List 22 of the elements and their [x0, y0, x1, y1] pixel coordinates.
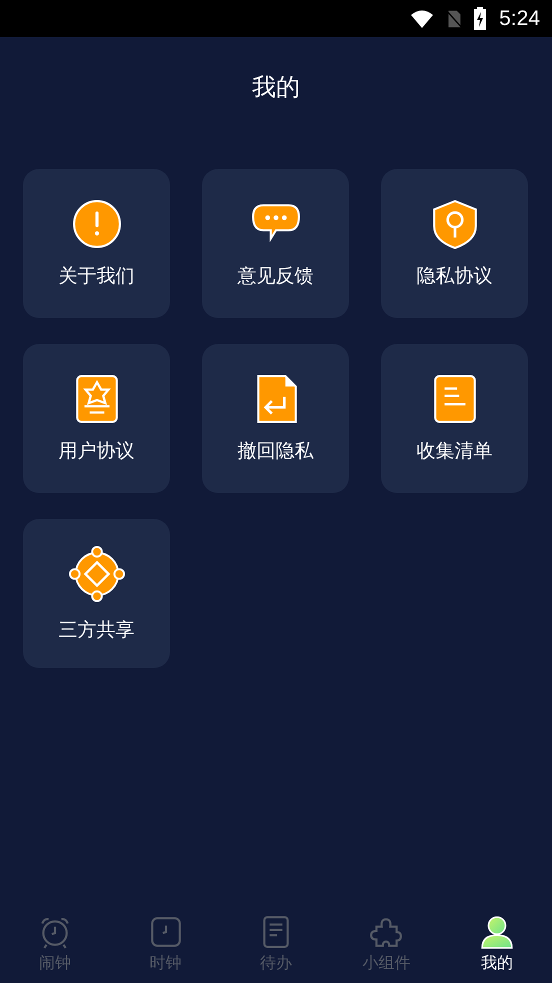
nav-tab[interactable]: 我的	[442, 905, 552, 983]
menu-label: 用户协议	[58, 438, 134, 464]
menu-label: 隐私协议	[416, 264, 492, 288]
menu-card[interactable]: 用户协议	[23, 344, 170, 493]
menu-card[interactable]: 关于我们	[23, 169, 170, 318]
menu-label: 撤回隐私	[238, 438, 314, 464]
clock-icon	[148, 914, 183, 948]
clock-time: 5:24	[499, 6, 540, 30]
info-icon	[72, 198, 122, 248]
menu-card[interactable]: 撤回隐私	[202, 344, 349, 493]
share-network-icon	[68, 544, 126, 602]
page-title: 我的	[252, 72, 300, 103]
menu-label: 关于我们	[58, 264, 134, 288]
menu-label: 收集清单	[416, 438, 492, 464]
menu-card[interactable]: 隐私协议	[381, 169, 528, 318]
menu-card[interactable]: 收集清单	[381, 344, 528, 493]
user-icon	[480, 914, 514, 948]
menu-label: 三方共享	[58, 618, 134, 642]
menu-card[interactable]: 三方共享	[23, 519, 170, 668]
menu-label: 意见反馈	[238, 264, 314, 288]
menu-card[interactable]: 意见反馈	[202, 169, 349, 318]
battery-icon	[473, 6, 488, 30]
